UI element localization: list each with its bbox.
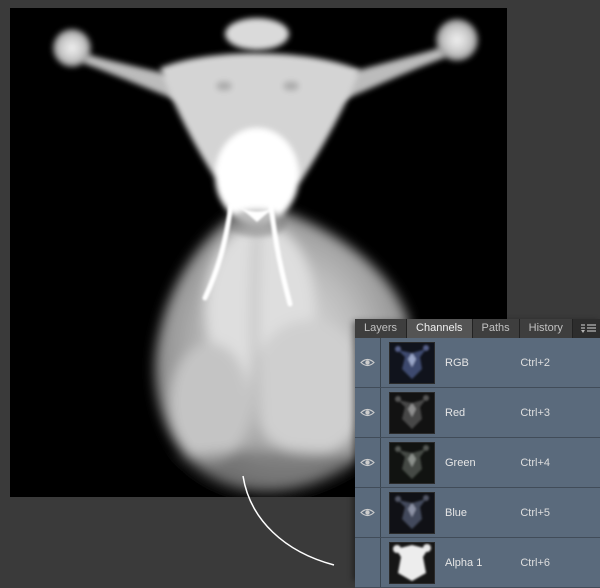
channel-name: RGB (445, 356, 469, 369)
eye-icon (360, 358, 375, 367)
visibility-toggle[interactable] (355, 488, 381, 537)
panel-menu-icon[interactable] (576, 319, 600, 338)
channel-list: RGB Ctrl+2 Red Ctrl+3 Green Ctrl+4 Blue … (355, 338, 600, 588)
channels-panel: Layers Channels Paths History RGB Ctrl+2… (355, 319, 600, 588)
visibility-toggle[interactable] (355, 338, 381, 387)
tab-label: Paths (481, 322, 510, 334)
channel-row-blue[interactable]: Blue Ctrl+5 (355, 488, 600, 538)
visibility-toggle[interactable] (355, 538, 381, 587)
channel-thumbnail (389, 441, 435, 484)
tabbar-filler (572, 319, 600, 338)
channel-name: Alpha 1 (445, 556, 483, 569)
channel-shortcut: Ctrl+4 (520, 456, 550, 469)
channel-name: Blue (445, 506, 468, 519)
channel-thumbnail (389, 491, 435, 534)
channel-shortcut: Ctrl+2 (520, 356, 550, 369)
tab-history[interactable]: History (519, 319, 573, 338)
tab-paths[interactable]: Paths (472, 319, 520, 338)
channel-thumbnail (389, 541, 435, 584)
channel-name: Red (445, 406, 466, 419)
channel-thumbnail (389, 341, 435, 384)
channel-row-rgb[interactable]: RGB Ctrl+2 (355, 338, 600, 388)
visibility-toggle[interactable] (355, 388, 381, 437)
channel-name: Green (445, 456, 476, 469)
visibility-toggle[interactable] (355, 438, 381, 487)
channel-row-red[interactable]: Red Ctrl+3 (355, 388, 600, 438)
panel-tab-bar: Layers Channels Paths History (355, 319, 600, 338)
channel-row-alpha-1[interactable]: Alpha 1 Ctrl+6 (355, 538, 600, 588)
eye-icon (360, 408, 375, 417)
channel-row-green[interactable]: Green Ctrl+4 (355, 438, 600, 488)
channel-shortcut: Ctrl+6 (520, 556, 550, 569)
tab-channels[interactable]: Channels (407, 319, 473, 338)
channel-shortcut: Ctrl+3 (520, 406, 550, 419)
tab-label: History (528, 322, 563, 334)
tab-label: Channels (416, 322, 463, 334)
eye-icon (360, 458, 375, 467)
eye-icon (360, 508, 375, 517)
channel-thumbnail (389, 391, 435, 434)
tab-layers[interactable]: Layers (355, 319, 408, 338)
channel-shortcut: Ctrl+5 (520, 506, 550, 519)
tab-label: Layers (364, 322, 398, 334)
